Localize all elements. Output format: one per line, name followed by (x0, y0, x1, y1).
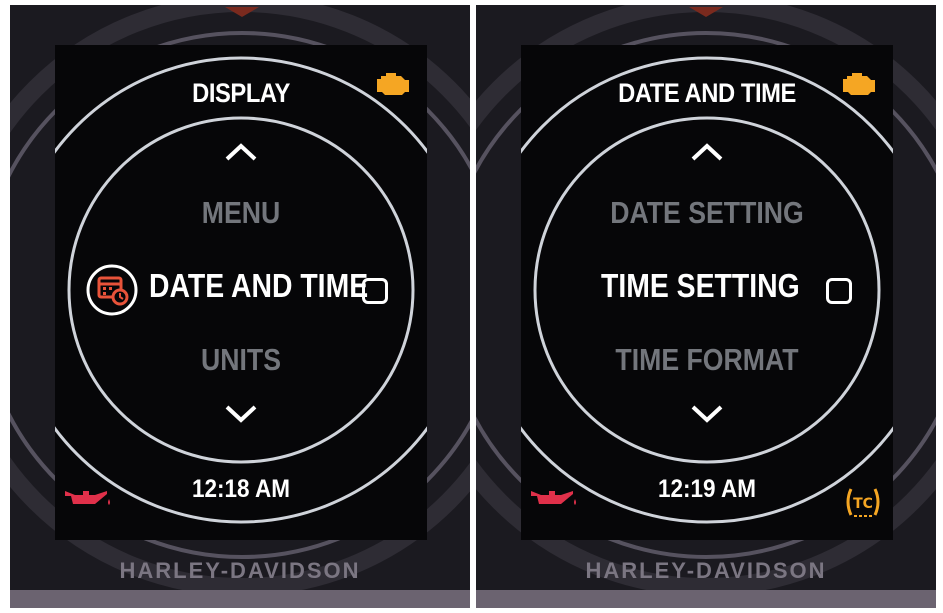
scroll-up-chevron-icon[interactable] (688, 141, 726, 163)
right-gauge-panel: DATE AND TIME DATE SETTING TIME SETTING … (476, 5, 936, 608)
display-screen: DISPLAY MENU DATE AND TIME UNITS 12:18 A… (55, 45, 427, 540)
left-gauge-panel: DISPLAY MENU DATE AND TIME UNITS 12:18 A… (10, 5, 470, 608)
brand-logo: HARLEY-DAVIDSON (119, 558, 361, 583)
check-engine-icon (843, 73, 875, 95)
scroll-down-chevron-icon[interactable] (688, 403, 726, 425)
clock-readout: 12:18 AM (192, 475, 290, 503)
svg-text:TC: TC (853, 496, 873, 512)
menu-item-date-and-time[interactable]: DATE AND TIME (55, 263, 427, 319)
check-engine-icon (377, 73, 409, 95)
selected-item-label: TIME SETTING (601, 267, 800, 304)
screen-title: DISPLAY (192, 78, 290, 108)
display-screen: DATE AND TIME DATE SETTING TIME SETTING … (521, 45, 893, 540)
select-checkbox[interactable] (362, 278, 388, 304)
traction-control-icon: TC (846, 488, 880, 517)
menu-item-time-format[interactable]: TIME FORMAT (547, 342, 867, 378)
brand-logo: HARLEY-DAVIDSON (585, 558, 827, 583)
menu-item-time-setting[interactable]: TIME SETTING (521, 263, 893, 319)
menu-item-date-setting[interactable]: DATE SETTING (547, 195, 867, 231)
calendar-clock-icon (86, 264, 138, 316)
menu-item-units[interactable]: UNITS (81, 342, 401, 378)
scroll-down-chevron-icon[interactable] (222, 403, 260, 425)
screen-title: DATE AND TIME (618, 78, 796, 108)
select-checkbox[interactable] (826, 278, 852, 304)
menu-item-menu[interactable]: MENU (81, 195, 401, 231)
selected-item-label: DATE AND TIME (149, 267, 369, 304)
clock-readout: 12:19 AM (658, 475, 756, 503)
scroll-up-chevron-icon[interactable] (222, 141, 260, 163)
